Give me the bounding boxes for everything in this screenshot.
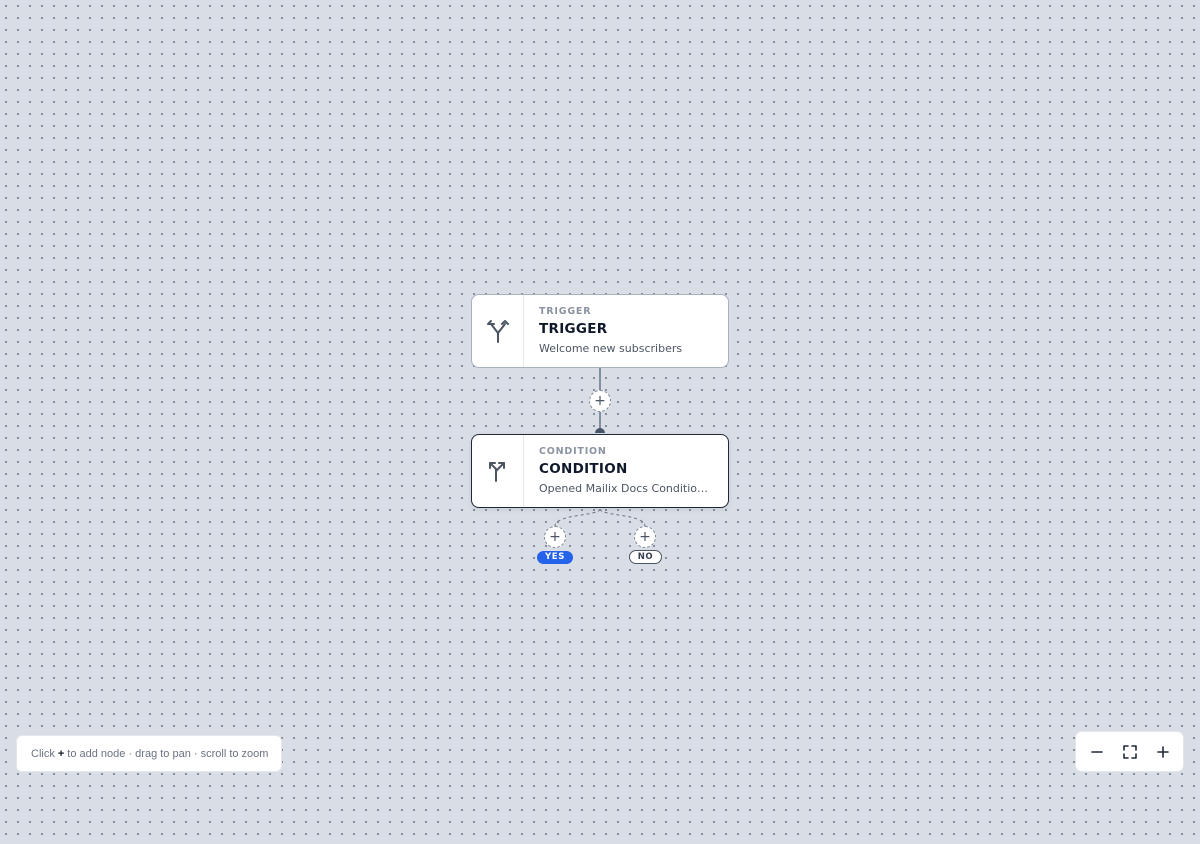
hint-suffix: to add node · drag to pan · scroll to zo… <box>67 747 269 760</box>
zoom-in-button[interactable] <box>1149 738 1177 766</box>
add-no-branch-button[interactable]: + <box>634 526 656 548</box>
edge-connector-dot <box>595 428 605 433</box>
node-title: CONDITION <box>539 461 628 477</box>
zoom-out-button[interactable] <box>1083 738 1111 766</box>
split-arrows-icon <box>486 320 509 343</box>
node-description: Welcome new subscribers <box>539 342 683 355</box>
hint-key: + <box>57 747 65 760</box>
edge-condition-no <box>599 508 646 527</box>
node-type-label: TRIGGER <box>539 306 592 317</box>
trigger-node[interactable]: TRIGGER TRIGGER Welcome new subscribers <box>471 294 729 368</box>
fit-view-icon <box>1122 744 1137 759</box>
condition-node[interactable]: CONDITION CONDITION Opened Mailix Docs C… <box>471 434 729 508</box>
fit-view-button[interactable] <box>1116 738 1144 766</box>
add-node-button[interactable]: + <box>589 390 611 412</box>
trigger-node-body: TRIGGER TRIGGER Welcome new subscribers <box>524 295 728 367</box>
hint-prefix: Click <box>31 747 55 760</box>
node-description: Opened Mailix Docs Condition... <box>539 482 715 495</box>
plus-icon: + <box>594 392 606 409</box>
canvas-hint: Click + to add node · drag to pan · scro… <box>16 735 282 772</box>
condition-node-body: CONDITION CONDITION Opened Mailix Docs C… <box>524 435 728 507</box>
plus-icon: + <box>549 528 561 545</box>
edges-layer <box>554 368 646 527</box>
workflow-canvas[interactable]: TRIGGER TRIGGER Welcome new subscribers … <box>0 0 1200 844</box>
add-yes-branch-button[interactable]: + <box>544 526 566 548</box>
minus-icon <box>1090 750 1103 753</box>
node-title: TRIGGER <box>539 321 608 337</box>
plus-icon <box>1156 745 1169 758</box>
plus-icon: + <box>639 528 651 545</box>
edge-condition-yes <box>554 508 601 527</box>
yes-branch-badge: YES <box>537 551 573 564</box>
zoom-controls <box>1075 731 1184 772</box>
trigger-icon-column <box>472 295 524 367</box>
no-branch-badge: NO <box>629 550 662 564</box>
condition-icon-column <box>472 435 524 507</box>
node-type-label: CONDITION <box>539 446 607 457</box>
branch-arrows-icon <box>488 462 505 482</box>
